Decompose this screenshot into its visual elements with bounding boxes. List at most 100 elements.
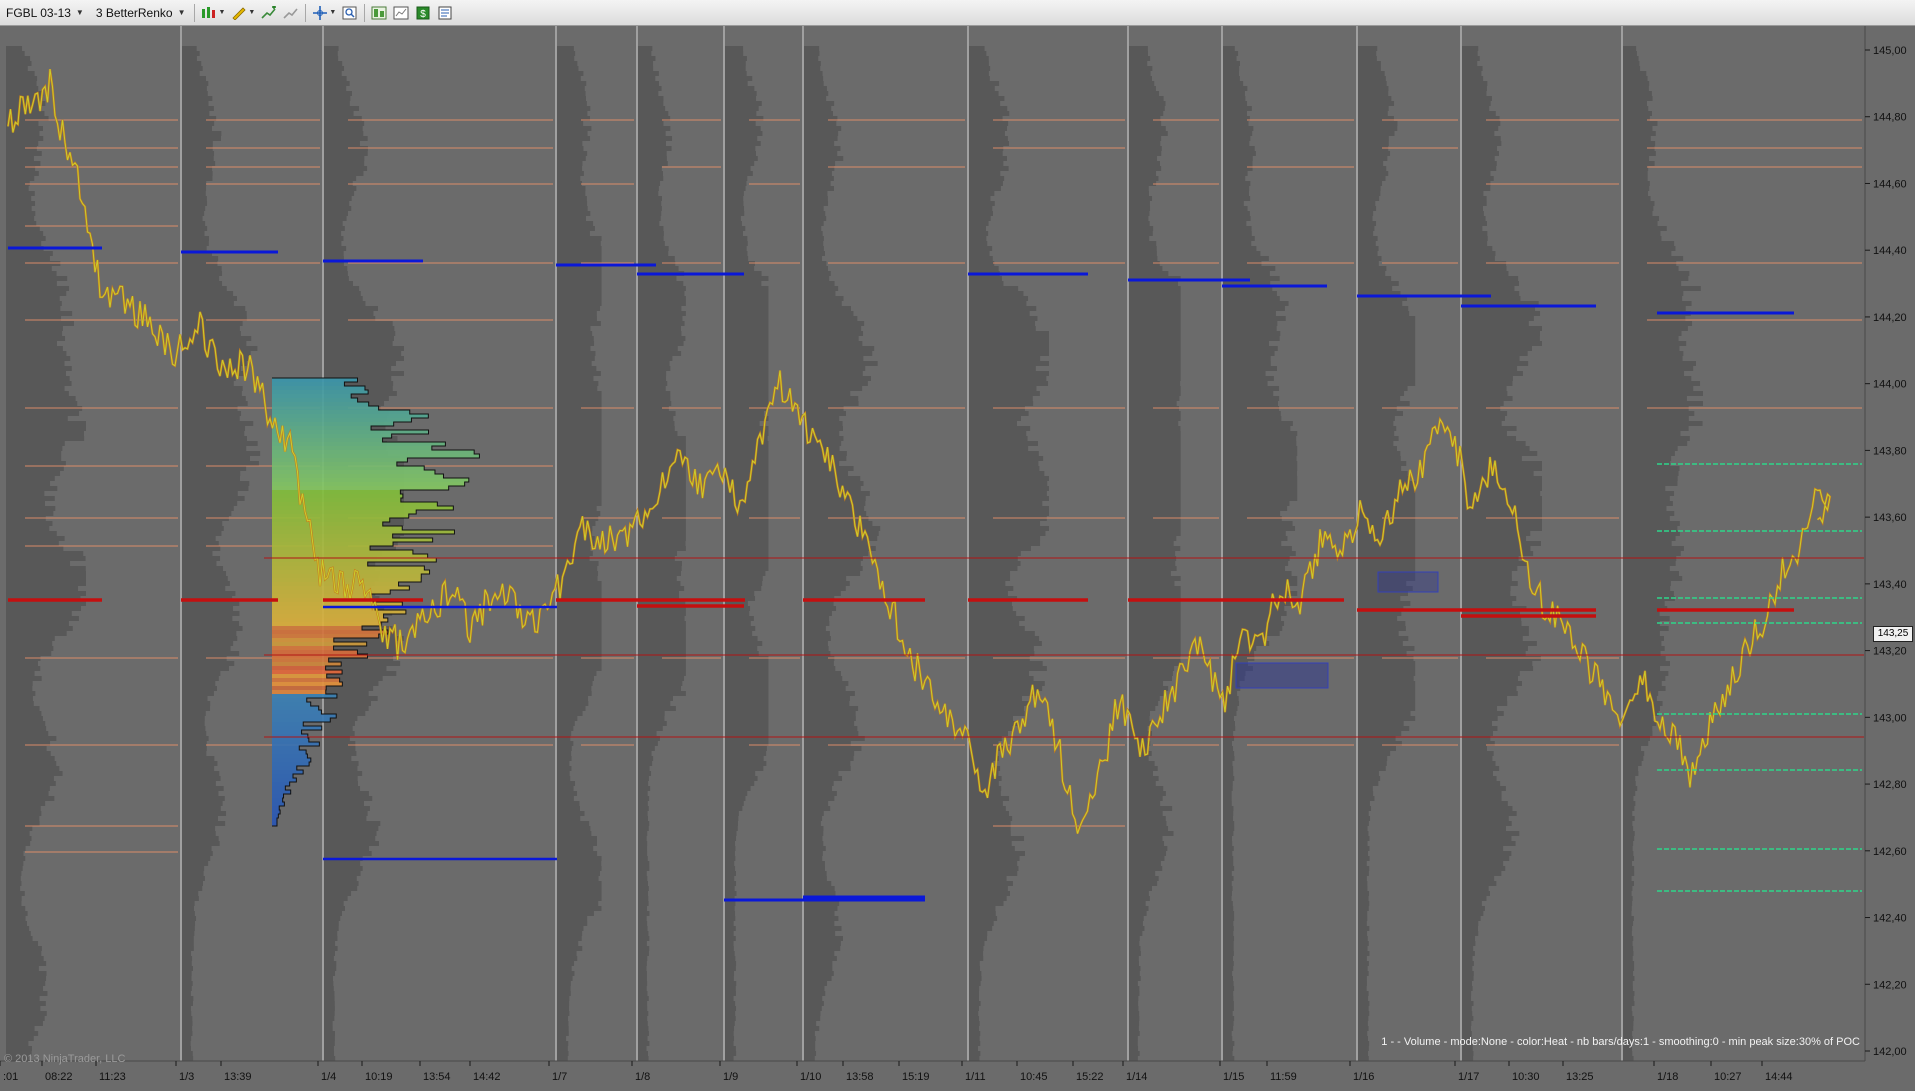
add-indicator-icon[interactable] (259, 3, 279, 23)
chart-properties-icon[interactable] (391, 3, 411, 23)
price-axis-label: 142,80 (1873, 779, 1907, 791)
time-axis-label: 11:59 (1270, 1071, 1297, 1083)
heat-profile-bar (272, 430, 429, 434)
svg-text:$: $ (421, 9, 427, 20)
heat-profile-bar (272, 690, 326, 694)
price-axis-label: 144,40 (1873, 245, 1907, 257)
heat-profile-bar (272, 446, 432, 450)
heat-profile-bar (272, 718, 331, 722)
heat-profile-bar (272, 502, 438, 506)
heat-profile-bar (272, 782, 290, 786)
heat-profile-bar (272, 538, 433, 542)
heat-profile-bar (272, 818, 277, 822)
heat-profile-bar (272, 458, 408, 462)
heat-profile-bar (272, 662, 342, 666)
heat-profile-bar (272, 422, 394, 426)
heat-profile-bar (272, 742, 320, 746)
heat-profile-bar (272, 730, 302, 734)
heat-profile-bar (272, 702, 311, 706)
price-chart[interactable]: 145,00 144,80 144,60 144,40 144,20 144,00 143,… (0, 26, 1915, 1091)
heat-profile-bar (272, 490, 401, 494)
strategy-icon[interactable]: $ (413, 3, 433, 23)
heat-profile-bar (272, 494, 403, 498)
instrument-label: FGBL 03-13 (6, 5, 71, 20)
price-axis-label: 144,60 (1873, 178, 1907, 190)
toolbar-separator (364, 3, 366, 22)
current-price-marker: 143,25 (1873, 625, 1913, 642)
heat-profile-bar (272, 698, 307, 702)
heat-profile-bar (272, 622, 382, 626)
indicator-info-text: 1 - - Volume - mode:None - color:Heat - … (1381, 1036, 1860, 1048)
price-axis-label: 143,00 (1873, 712, 1907, 724)
price-axis-label: 142,40 (1873, 913, 1907, 925)
time-axis-panel[interactable] (0, 1061, 1915, 1091)
heat-profile-bar (272, 658, 329, 662)
bar-style-icon[interactable] (199, 3, 219, 23)
chevron-down-icon: ▼ (177, 8, 186, 17)
heat-profile-bar (272, 678, 340, 682)
heat-profile-bar (272, 566, 425, 570)
price-axis-label: 143,60 (1873, 512, 1907, 524)
heat-profile-bar (272, 750, 307, 754)
heat-profile-bar (272, 646, 334, 650)
heat-profile-bar (272, 418, 412, 422)
instrument-selector[interactable]: FGBL 03-13 ▼ (0, 3, 90, 23)
heat-profile-bar (272, 478, 469, 482)
heat-profile-bar (272, 386, 365, 390)
chevron-down-icon: ▼ (75, 8, 84, 17)
time-axis-label: 13:58 (846, 1071, 874, 1083)
window-properties-icon[interactable] (435, 3, 455, 23)
heat-profile-bar (272, 414, 429, 418)
price-axis-label: 144,20 (1873, 312, 1907, 324)
chevron-down-icon[interactable]: ▼ (218, 9, 225, 16)
heat-profile-bar (272, 774, 294, 778)
heat-profile-bar (272, 518, 390, 522)
time-axis-label: 1/7 (552, 1071, 567, 1083)
heat-profile-bar (272, 454, 480, 458)
heat-profile-bar (272, 614, 384, 618)
chevron-down-icon[interactable]: ▼ (329, 9, 336, 16)
bar-type-selector[interactable]: 3 BetterRenko ▼ (90, 3, 192, 23)
price-axis-label: 143,20 (1873, 646, 1907, 658)
chart-toolbar: FGBL 03-13 ▼ 3 BetterRenko ▼ ▼ ▼ ▼ $ (0, 0, 1915, 26)
heat-profile-bar (272, 402, 369, 406)
heat-profile-bar (272, 738, 309, 742)
heat-profile-bar (272, 602, 403, 606)
heat-profile-bar (272, 618, 388, 622)
heat-profile-bar (272, 746, 300, 750)
price-axis-label: 142,60 (1873, 846, 1907, 858)
drawing-pencil-icon[interactable] (229, 3, 249, 23)
price-axis-label: 145,00 (1873, 45, 1907, 57)
heat-profile-bar (272, 406, 379, 410)
heat-profile-bar (272, 558, 437, 562)
heat-profile-bar (272, 682, 343, 686)
heat-profile-bar (272, 706, 319, 710)
time-axis-label: 1/10 (800, 1071, 821, 1083)
zoom-icon[interactable] (340, 3, 360, 23)
remove-icon[interactable] (281, 3, 301, 23)
heat-profile-bar (272, 462, 397, 466)
heat-profile-bar (272, 382, 345, 386)
heat-profile-bar (272, 674, 327, 678)
chevron-down-icon[interactable]: ▼ (248, 9, 255, 16)
heat-profile-bar (272, 642, 367, 646)
heat-profile-bar (272, 770, 304, 774)
time-axis-label: 13:39 (224, 1071, 252, 1083)
crosshair-icon[interactable] (310, 3, 330, 23)
heat-profile-bar (272, 378, 358, 382)
heat-profile-bar (272, 626, 363, 630)
time-axis-label: 10:19 (365, 1071, 393, 1083)
heat-profile-bar (272, 482, 465, 486)
price-axis-label: 143,40 (1873, 579, 1907, 591)
heat-profile-bar (272, 814, 279, 818)
heat-profile-bar (272, 822, 277, 826)
time-axis-label: 1/14 (1126, 1071, 1147, 1083)
heat-profile-bar (272, 442, 446, 446)
heat-profile-bar (272, 810, 281, 814)
time-axis-label: 1/4 (321, 1071, 336, 1083)
value-area-box (1377, 571, 1439, 593)
heat-profile-bar (272, 806, 280, 810)
heat-profile-bar (272, 762, 310, 766)
data-box-icon[interactable] (369, 3, 389, 23)
heat-profile-bar (272, 766, 297, 770)
